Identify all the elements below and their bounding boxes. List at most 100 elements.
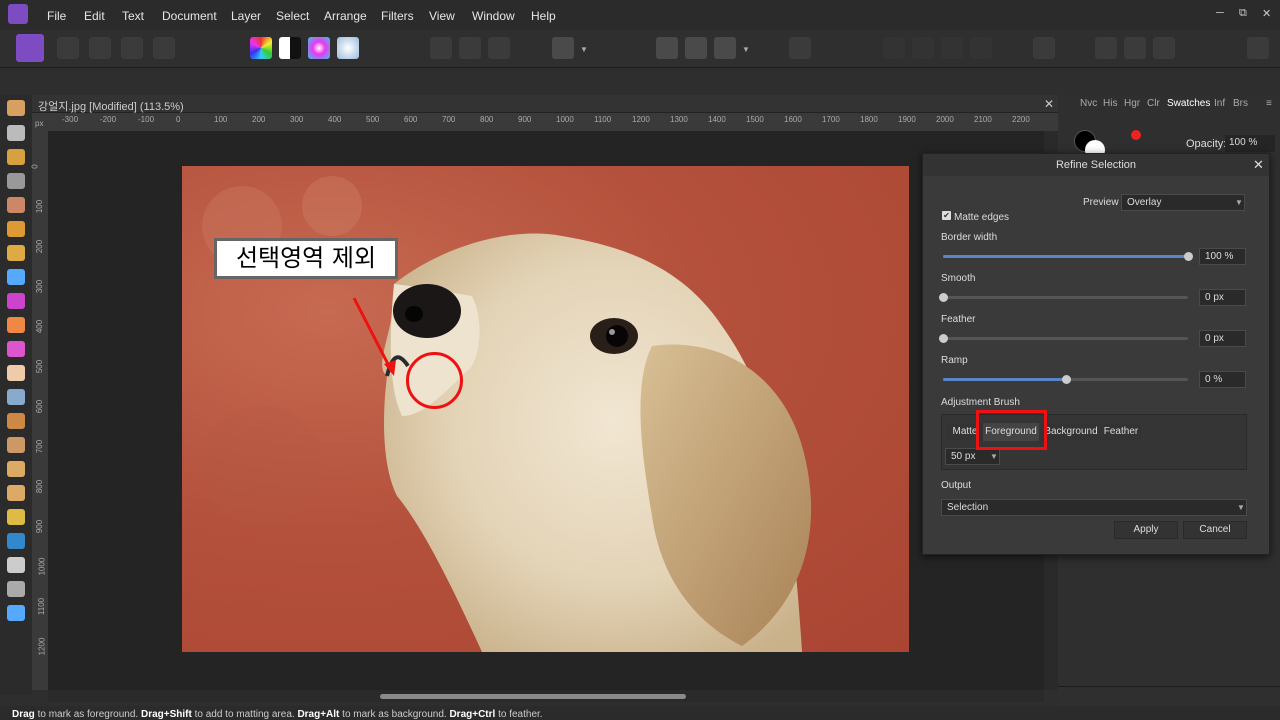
snapping-chevron-down-icon[interactable]: ▼ — [742, 45, 750, 54]
zoom-tool-icon[interactable] — [7, 605, 25, 621]
menu-layer[interactable]: Layer — [231, 9, 261, 23]
matte-edges-checkbox[interactable]: ✔ — [942, 211, 951, 220]
quick-mask-icon[interactable] — [552, 37, 574, 59]
tab-history[interactable]: His — [1103, 98, 1117, 109]
photo-persona-icon[interactable] — [16, 34, 44, 62]
feather-slider-knob[interactable] — [939, 334, 948, 343]
boolean-intersect-icon[interactable] — [1153, 37, 1175, 59]
menu-document[interactable]: Document — [162, 9, 217, 23]
move-tool-icon[interactable] — [7, 125, 25, 141]
menu-select[interactable]: Select — [276, 9, 309, 23]
restore-icon[interactable]: ⧉ — [1239, 7, 1247, 20]
align-icon-2[interactable] — [912, 37, 934, 59]
boolean-add-icon[interactable] — [1095, 37, 1117, 59]
apply-button[interactable]: Apply — [1114, 521, 1178, 539]
white-balance-icon[interactable] — [337, 37, 359, 59]
mesh-warp-tool-icon[interactable] — [7, 581, 25, 597]
color-picker-tool-icon[interactable] — [7, 149, 25, 165]
minimize-icon[interactable]: ─ — [1216, 7, 1224, 19]
document-tab[interactable] — [32, 95, 1058, 113]
auto-colors-icon[interactable] — [308, 37, 330, 59]
tone-mapping-persona-icon[interactable] — [121, 37, 143, 59]
snapping-magnet-icon[interactable] — [714, 37, 736, 59]
menu-text[interactable]: Text — [122, 9, 144, 23]
brush-mode-feather[interactable]: Feather — [1101, 423, 1141, 441]
rectangle-tool-icon[interactable] — [7, 533, 25, 549]
color-replacement-tool-icon[interactable] — [7, 341, 25, 357]
status-key-drag-alt: Drag+Alt — [297, 709, 340, 720]
pen-tool-icon[interactable] — [7, 509, 25, 525]
panel-menu-icon[interactable]: ≡ — [1266, 98, 1272, 109]
border-width-slider-knob[interactable] — [1184, 252, 1193, 261]
menu-edit[interactable]: Edit — [84, 9, 105, 23]
invert-selection-icon[interactable] — [488, 37, 510, 59]
boolean-subtract-icon[interactable] — [1124, 37, 1146, 59]
ramp-field[interactable]: 0 % — [1199, 371, 1246, 388]
opacity-field[interactable]: 100 % — [1225, 135, 1275, 152]
fill-tool-icon[interactable] — [7, 269, 25, 285]
auto-contrast-icon[interactable] — [279, 37, 301, 59]
select-all-icon[interactable] — [430, 37, 452, 59]
deselect-icon[interactable] — [459, 37, 481, 59]
text-tool-icon[interactable] — [7, 557, 25, 573]
chevron-down-icon[interactable]: ▼ — [580, 45, 588, 54]
cancel-button[interactable]: Cancel — [1183, 521, 1247, 539]
liquify-persona-icon[interactable] — [57, 37, 79, 59]
smooth-slider[interactable] — [943, 296, 1188, 299]
smooth-slider-knob[interactable] — [939, 293, 948, 302]
context-toolbar — [0, 30, 1280, 68]
dodge-tool-icon[interactable] — [7, 389, 25, 405]
brush-mode-background[interactable]: Background — [1041, 423, 1101, 441]
tab-info[interactable]: Inf — [1214, 98, 1225, 109]
tab-brushes[interactable]: Brs — [1233, 98, 1248, 109]
assistant-icon[interactable] — [685, 37, 707, 59]
menu-file[interactable]: File — [47, 9, 66, 23]
menu-arrange[interactable]: Arrange — [324, 9, 367, 23]
align-icon-3[interactable] — [941, 37, 963, 59]
grid-icon[interactable] — [656, 37, 678, 59]
tab-histogram[interactable]: Hgr — [1124, 98, 1140, 109]
healing-brush-tool-icon[interactable] — [7, 437, 25, 453]
color-picker-icon[interactable] — [1131, 130, 1141, 140]
feather-field[interactable]: 0 px — [1199, 330, 1246, 347]
preview-select[interactable]: Overlay — [1121, 194, 1245, 211]
ruler-h-tick: 1600 — [784, 115, 802, 124]
pin-icon[interactable] — [789, 37, 811, 59]
arrange-icon[interactable] — [1033, 37, 1055, 59]
blur-brush-tool-icon[interactable] — [7, 485, 25, 501]
horizontal-scroll-thumb[interactable] — [380, 694, 686, 699]
paint-brush-tool-icon[interactable] — [7, 317, 25, 333]
crop-tool-icon[interactable] — [7, 173, 25, 189]
close-dialog-icon[interactable]: ✕ — [1253, 157, 1264, 173]
user-account-icon[interactable] — [1247, 37, 1269, 59]
border-width-field[interactable]: 100 % — [1199, 248, 1246, 265]
smudge-tool-icon[interactable] — [7, 461, 25, 477]
refine-selection-dialog: Refine Selection ✕ Preview Overlay ▼ Mat… — [922, 153, 1270, 555]
hand-tool-icon[interactable] — [7, 100, 25, 116]
smooth-field[interactable]: 0 px — [1199, 289, 1246, 306]
align-icon-4[interactable] — [970, 37, 992, 59]
menu-filters[interactable]: Filters — [381, 9, 414, 23]
tab-navigator[interactable]: Nvc — [1080, 98, 1097, 109]
lasso-tool-icon[interactable] — [7, 245, 25, 261]
menu-view[interactable]: View — [429, 9, 455, 23]
tab-color[interactable]: Clr — [1147, 98, 1160, 109]
levels-icon[interactable] — [250, 37, 272, 59]
ruler-v-tick: 1200 — [37, 637, 47, 656]
export-persona-icon[interactable] — [153, 37, 175, 59]
ramp-slider-knob[interactable] — [1061, 375, 1071, 384]
feather-slider[interactable] — [943, 337, 1188, 340]
develop-persona-icon[interactable] — [89, 37, 111, 59]
selection-brush-tool-icon[interactable] — [7, 197, 25, 213]
flood-select-tool-icon[interactable] — [7, 221, 25, 237]
output-select[interactable]: Selection — [941, 499, 1247, 516]
menu-help[interactable]: Help — [531, 9, 556, 23]
menu-window[interactable]: Window — [472, 9, 515, 23]
tab-swatches[interactable]: Swatches — [1167, 98, 1210, 109]
clone-tool-icon[interactable] — [7, 413, 25, 429]
align-icon-1[interactable] — [883, 37, 905, 59]
gradient-tool-icon[interactable] — [7, 293, 25, 309]
close-window-icon[interactable]: ✕ — [1262, 7, 1271, 20]
erase-brush-tool-icon[interactable] — [7, 365, 25, 381]
close-document-icon[interactable]: ✕ — [1044, 97, 1054, 111]
